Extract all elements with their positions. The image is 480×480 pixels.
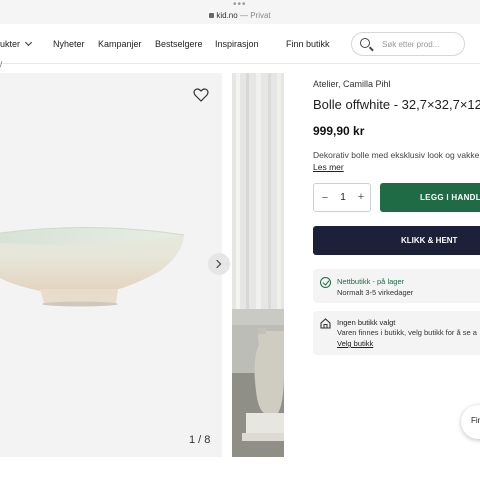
nav-item-finn-butikk[interactable]: Finn butikk [286,39,330,49]
url-display[interactable]: kid.no — Privat [0,11,480,20]
add-to-cart-button[interactable]: LEGG I HANDLE [380,183,480,212]
nav-products[interactable]: ukter [0,38,33,49]
quantity-decrease-button[interactable]: − [320,192,330,204]
check-circle-icon [320,277,331,288]
product-image-secondary[interactable] [232,73,284,457]
search-input[interactable]: Søk etter prod... [351,32,465,56]
breadcrumb[interactable]: / [0,60,2,69]
nav-item-nyheter[interactable]: Nyheter [53,39,85,49]
lock-icon [209,13,215,18]
quantity-increase-button[interactable]: + [356,191,366,203]
quantity-value[interactable]: 1 [336,192,350,203]
url-host: kid.no [216,11,238,20]
click-and-collect-label: KLIKK & HENT [401,236,458,245]
site-header: ukter Nyheter Kampanjer Bestselgere Insp… [0,24,480,64]
nav-products-label: ukter [0,39,21,49]
choose-store-link[interactable]: Velg butikk [337,339,373,348]
find-store-floating-button[interactable]: Fin [461,405,480,439]
online-delivery-time: Normalt 3-5 virkedager [337,288,414,297]
product-description: Dekorativ bolle med eksklusiv look og va… [313,150,480,160]
store-text: Varen finnes i butikk, velg butikk for å… [337,328,477,337]
tab-overview-dots[interactable]: ••• [233,0,247,10]
chevron-down-icon [24,38,33,47]
interior-photo [232,73,284,457]
product-title: Bolle offwhite - 32,7×32,7×12 [313,97,480,112]
online-stock-card: Nettbutikk - på lager Normalt 3-5 virked… [313,269,480,303]
private-mode-label: Privat [250,11,271,20]
add-to-cart-label: LEGG I HANDLE [420,193,480,202]
click-and-collect-button[interactable]: KLIKK & HENT [313,226,480,255]
nav-item-kampanjer[interactable]: Kampanjer [98,39,142,49]
search-placeholder: Søk etter prod... [382,40,440,49]
product-brand[interactable]: Atelier, Camilla Pihl [313,79,391,89]
quantity-stepper: − 1 + [313,183,371,212]
store-stock-card: Ingen butikk valgt Varen finnes i butikk… [313,311,480,355]
store-title: Ingen butikk valgt [337,318,396,327]
search-icon [360,38,370,48]
bowl-image [0,226,185,307]
online-stock-title: Nettbutikk - på lager [337,277,405,286]
url-separator: — [239,11,248,20]
product-image-main[interactable] [0,73,222,457]
browser-address-bar: ••• kid.no — Privat [0,0,480,24]
nav-item-inspirasjon[interactable]: Inspirasjon [215,39,259,49]
image-counter: 1 / 8 [189,434,211,446]
find-store-floating-label: Fin [471,416,480,425]
heart-icon[interactable] [193,88,209,102]
store-icon [320,318,331,329]
read-more-link[interactable]: Les mer [313,162,344,172]
product-price: 999,90 kr [313,124,365,138]
next-image-button[interactable] [208,253,230,275]
nav-item-bestselgere[interactable]: Bestselgere [155,39,203,49]
